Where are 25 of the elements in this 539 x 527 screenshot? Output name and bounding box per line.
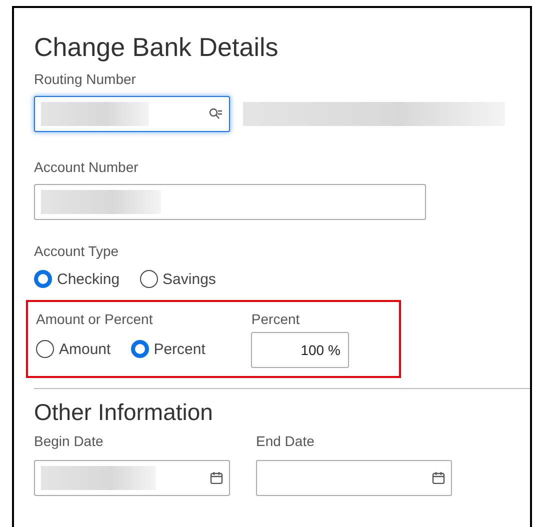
field-label: Account Number — [34, 158, 140, 176]
radio-button[interactable] — [140, 270, 158, 288]
radio-button[interactable] — [34, 270, 52, 288]
search-list-icon[interactable] — [209, 108, 223, 120]
radio-option[interactable]: Checking — [34, 270, 120, 288]
section-title: Other Information — [34, 399, 214, 426]
input-field[interactable]: 100 % — [251, 332, 350, 368]
date-field[interactable] — [256, 460, 452, 496]
radio-button[interactable] — [130, 340, 149, 358]
radio-option[interactable]: Savings — [140, 270, 216, 288]
radio-button[interactable] — [36, 340, 54, 358]
input-field[interactable] — [34, 96, 230, 132]
field-label: Begin Date — [34, 432, 104, 450]
radio-option[interactable]: Percent — [130, 340, 206, 358]
input-field[interactable] — [34, 184, 426, 220]
field-label: End Date — [256, 432, 316, 450]
field-label: Percent — [251, 310, 301, 328]
field-label: Account Type — [34, 242, 120, 260]
radio-option[interactable]: Amount — [36, 340, 111, 358]
field-label: Amount or Percent — [36, 310, 154, 328]
page-title: Change Bank Details — [34, 31, 280, 64]
calendar-icon[interactable] — [432, 472, 445, 484]
calendar-icon[interactable] — [210, 472, 223, 484]
date-field[interactable] — [34, 460, 230, 496]
field-label: Routing Number — [34, 70, 137, 88]
